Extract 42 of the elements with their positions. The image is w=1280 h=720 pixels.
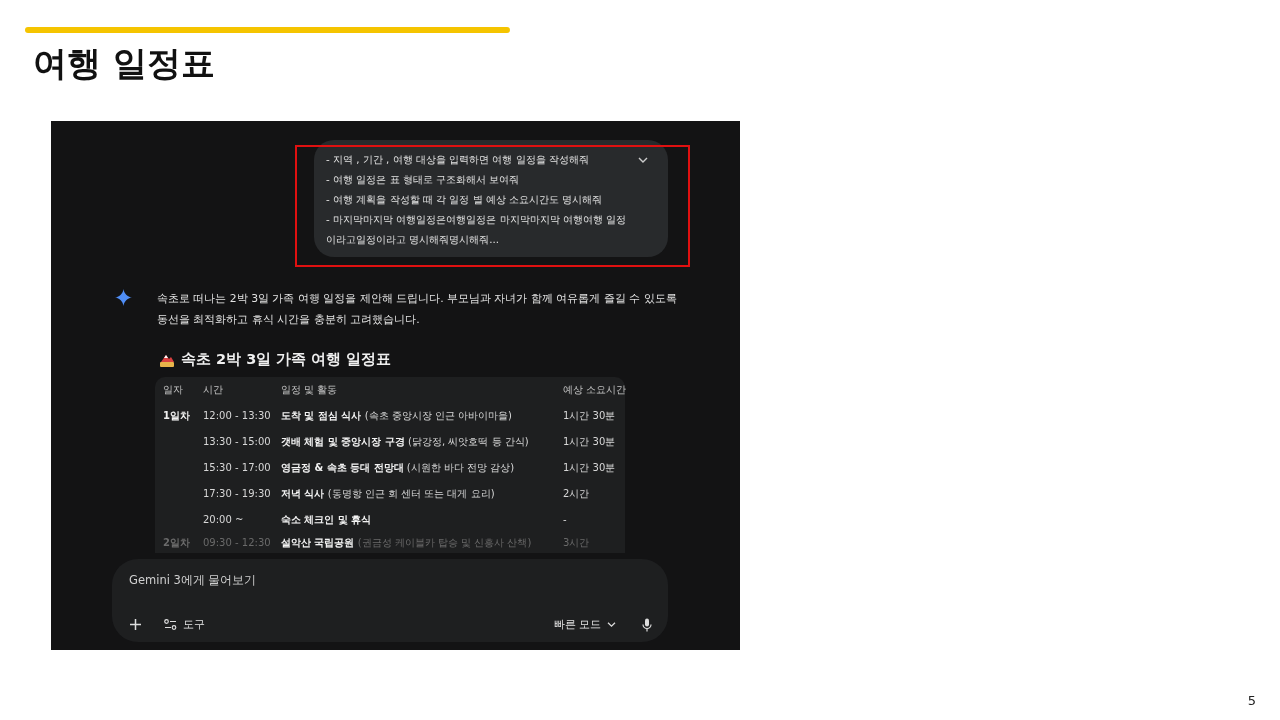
slide-title: 여행 일정표 (33, 43, 216, 83)
chevron-down-icon[interactable] (638, 156, 648, 164)
prompt-line: - 여행 일정은 표 형태로 구조화해서 보여줘 (326, 172, 520, 187)
table-cell: 13:30 - 15:00 (203, 436, 271, 447)
response-text: 속초로 떠나는 2박 3일 가족 여행 일정을 제안해 드립니다. 부모님과 자녀가 함께 여유롭게 즐길 수 있도록 동선을 최적화하고 휴식 시간을 충분히 고려했습니다. (157, 291, 678, 328)
table-cell: 1시간 30분 (563, 436, 616, 447)
input-placeholder: Gemini 3에게 물어보기 (129, 573, 258, 588)
tools-button[interactable]: 도구 (164, 617, 205, 632)
prompt-line: - 지역 , 기간 , 여행 대상을 입력하면 여행 일정을 작성해줘 (326, 152, 589, 167)
tools-icon (164, 619, 177, 630)
table-cell: 1시간 30분 (563, 410, 616, 421)
table-cell: 09:30 - 12:30 (203, 537, 271, 548)
table-cell: 저녁 식사 (동명항 인근 회 센터 또는 대게 요리) (281, 488, 495, 499)
table-cell: 숙소 체크인 및 휴식 (281, 514, 372, 525)
plus-icon[interactable] (129, 618, 142, 631)
table-cell: 1시간 30분 (563, 462, 616, 473)
chevron-down-icon (607, 621, 616, 628)
prompt-line: - 마지막마지막 여행일정은여행일정은 마지막마지막 여행여행 일정이라고일정이라고 명시해줘명시해줘... (326, 212, 628, 247)
mode-dropdown[interactable]: 빠른 모드 (553, 617, 616, 632)
prompt-input[interactable]: Gemini 3에게 물어보기 도구 빠른 모드 (112, 559, 668, 642)
column-header: 시간 (203, 384, 223, 395)
table-cell: 2시간 (563, 488, 590, 499)
table-cell: 1일차 (163, 410, 190, 421)
table-cell: 3시간 (563, 537, 590, 548)
prompt-line: - 여행 계획을 작성할 때 각 일정 별 예상 소요시간도 명시해줘 (326, 192, 603, 207)
table-cell: 20:00 ~ (203, 514, 244, 525)
table-cell: - (563, 514, 567, 525)
column-header: 일정 및 활동 (281, 384, 338, 395)
table-cell: 2일차 (163, 537, 190, 548)
column-header: 일자 (163, 384, 183, 395)
table-cell: 17:30 - 19:30 (203, 488, 271, 499)
column-header: 예상 소요시간 (563, 384, 627, 395)
table-cell: 12:00 - 13:30 (203, 410, 271, 421)
itinerary-heading: 속초 2박 3일 가족 여행 일정표 (181, 350, 392, 369)
table-cell: 갯배 체험 및 중앙시장 구경 (닭강정, 씨앗호떡 등 간식) (281, 436, 529, 447)
table-cell: 영금정 & 속초 등대 전망대 (시원한 바다 전망 감상) (281, 462, 515, 473)
table-cell: 도착 및 점심 식사 (속초 중앙시장 인근 아바이마을) (281, 410, 512, 421)
sparkle-icon (115, 289, 132, 306)
page-number: 5 (1247, 693, 1256, 708)
microphone-icon[interactable] (642, 617, 652, 632)
table-cell: 15:30 - 17:00 (203, 462, 271, 473)
table-cell: 설악산 국립공원 (권금성 케이블카 탑승 및 신흥사 산책) (281, 537, 532, 548)
